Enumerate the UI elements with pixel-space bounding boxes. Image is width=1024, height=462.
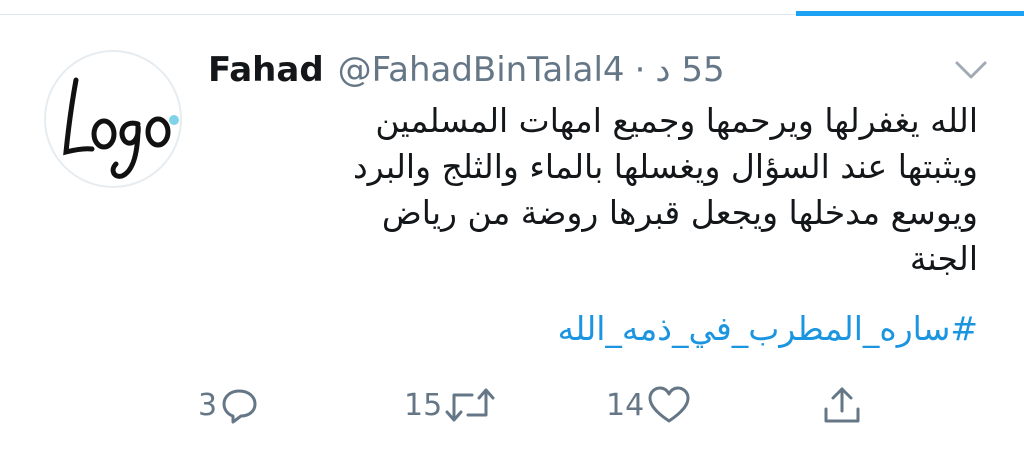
share-icon bbox=[824, 387, 860, 423]
hashtag-link[interactable]: #ساره_المطرب_في_ذمه_الله bbox=[558, 306, 978, 352]
reply-bubble-icon bbox=[222, 389, 257, 424]
like-count: 14 bbox=[606, 387, 645, 423]
reply-button[interactable]: 3 bbox=[198, 380, 261, 430]
tweet-header: Fahad @FahadBinTalal4 · 55 د bbox=[208, 50, 725, 90]
logo-image bbox=[63, 77, 179, 179]
like-button[interactable]: 14 bbox=[606, 380, 692, 430]
action-bar: 3 15 14 bbox=[0, 380, 1024, 430]
timestamp[interactable]: 55 د bbox=[655, 50, 724, 90]
logo-dot bbox=[169, 115, 179, 125]
tweet-body-line: ويوسع مدخلها ويجعل قبرها روضة من رياض bbox=[381, 193, 978, 232]
chevron-down-icon[interactable] bbox=[954, 58, 988, 82]
reply-count: 3 bbox=[198, 387, 218, 423]
display-name[interactable]: Fahad bbox=[208, 50, 324, 90]
retweet-count: 15 bbox=[404, 387, 443, 423]
avatar[interactable] bbox=[44, 50, 182, 188]
heart-icon bbox=[648, 386, 690, 423]
tweet-body-line: الجنة bbox=[909, 239, 978, 278]
header-separator: · bbox=[634, 50, 646, 90]
retweet-button[interactable]: 15 bbox=[404, 380, 496, 430]
tweet-body-line: ويثبتها عند السؤال ويغسلها بالماء والثلج… bbox=[352, 147, 978, 186]
tweet-body-line: الله يغفرلها ويرحمها وجميع امهات المسلمي… bbox=[375, 101, 978, 140]
retweet-icon bbox=[445, 388, 495, 422]
share-button[interactable] bbox=[820, 380, 864, 430]
user-handle[interactable]: @FahadBinTalal4 bbox=[338, 50, 625, 90]
tweet-body: الله يغفرلها ويرحمها وجميع امهات المسلمي… bbox=[218, 98, 978, 282]
active-tab-indicator bbox=[796, 11, 1024, 16]
